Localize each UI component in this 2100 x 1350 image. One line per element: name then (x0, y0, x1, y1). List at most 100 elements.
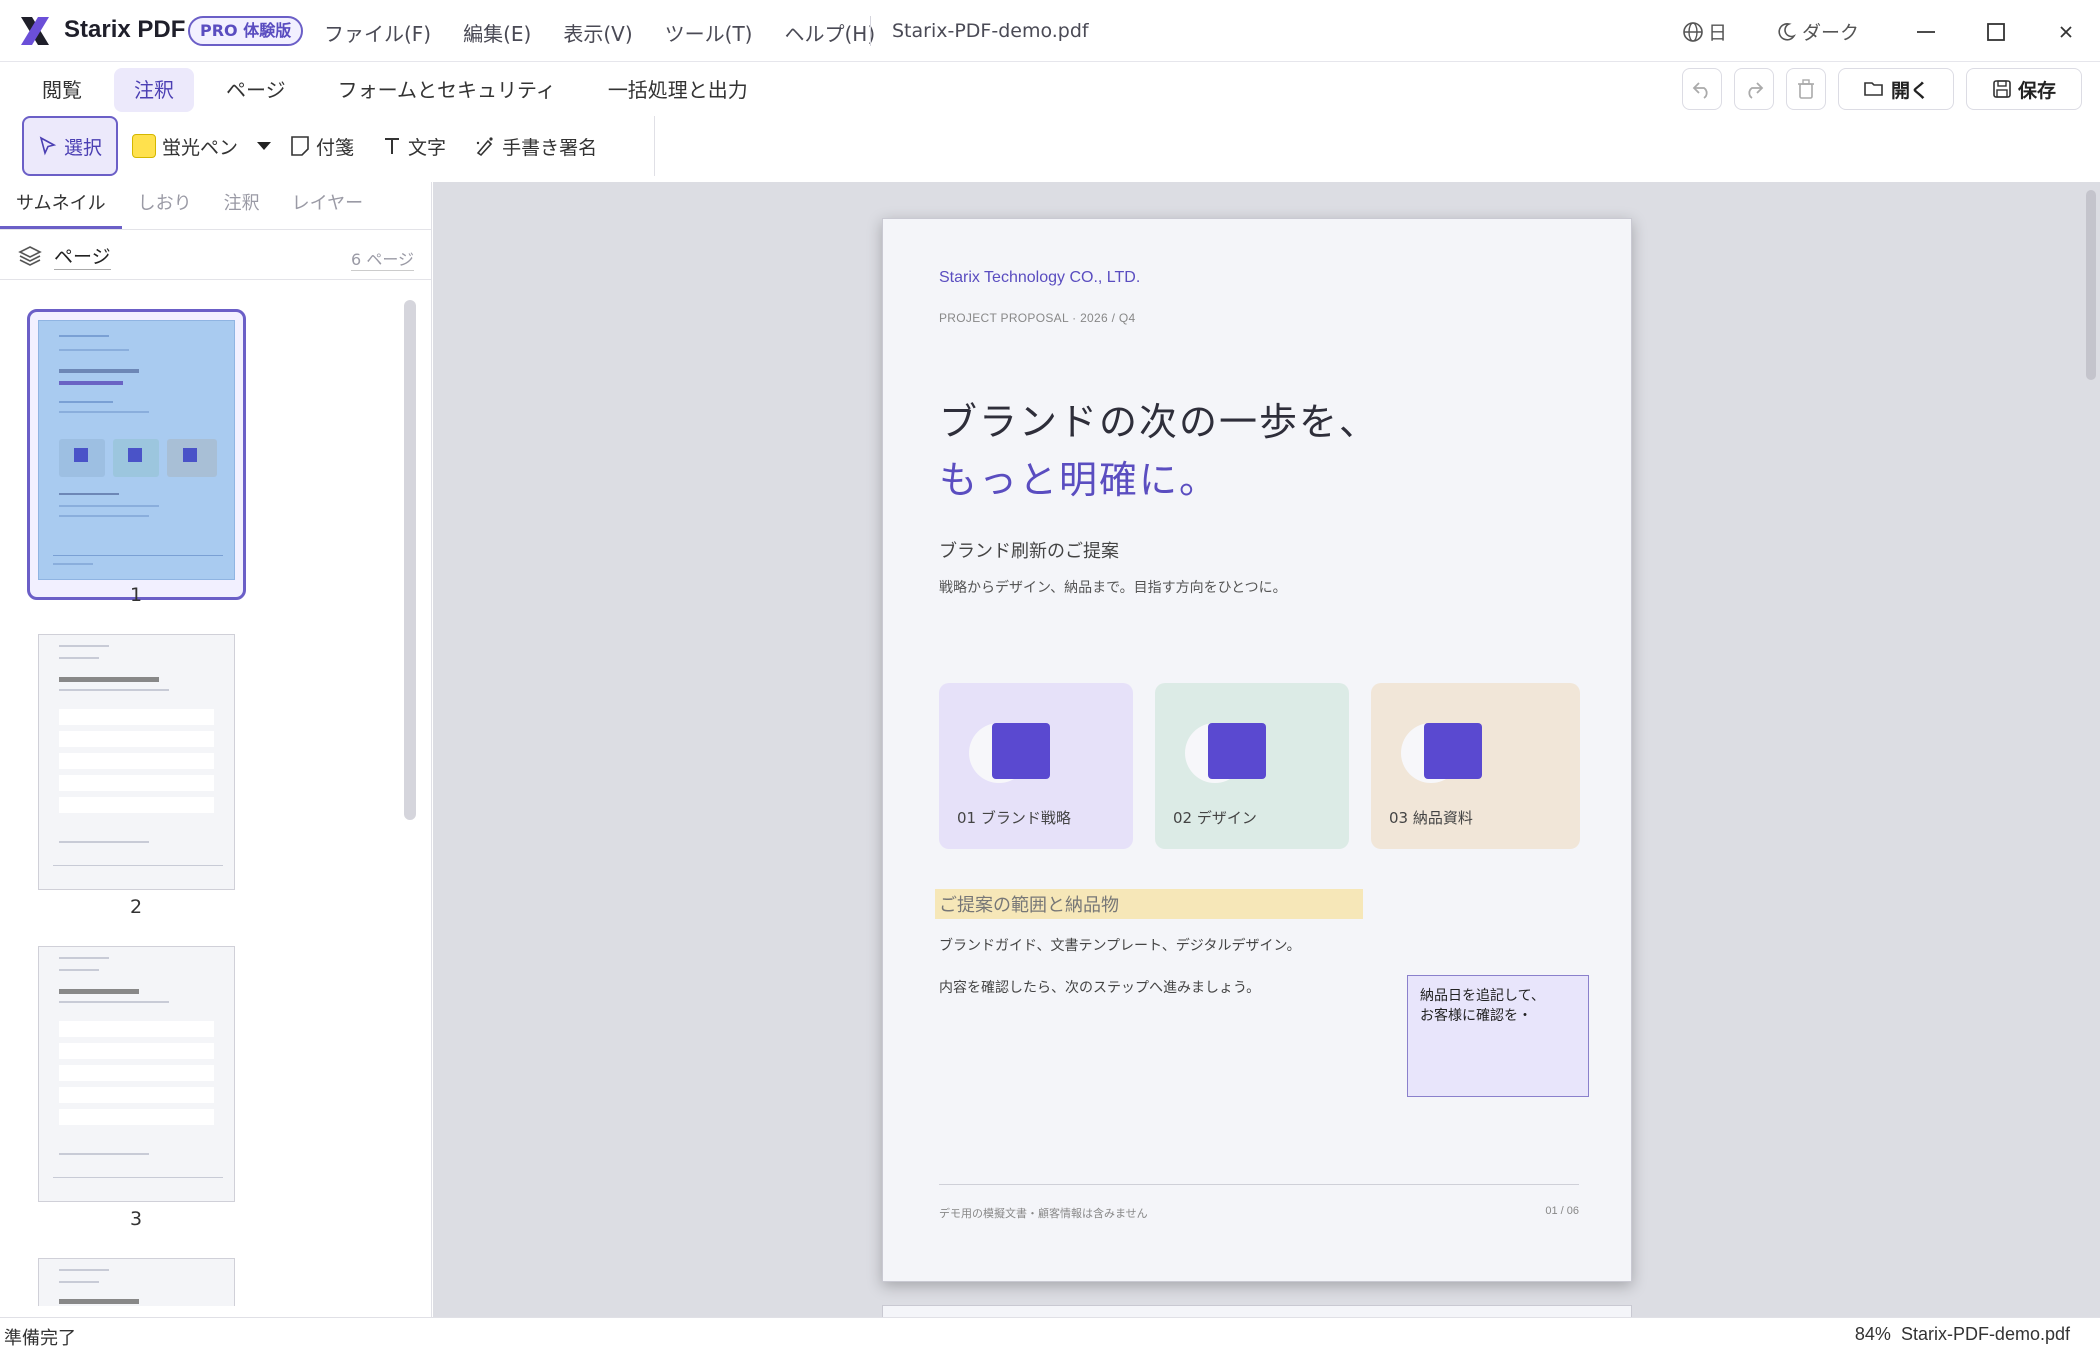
menu-file[interactable]: ファイル(F) (324, 18, 431, 47)
delete-button[interactable] (1786, 68, 1826, 110)
undo-icon (1692, 82, 1708, 99)
status-bar: 準備完了 84% Starix-PDF-demo.pdf (0, 1317, 2100, 1350)
maximize-icon (1987, 23, 2005, 41)
tab-batch-export[interactable]: 一括処理と出力 (588, 68, 768, 112)
toolbar-separator (654, 116, 655, 176)
theme-toggle[interactable]: ダーク (1776, 18, 1859, 45)
thumbnail-line (59, 689, 169, 691)
moon-icon (1778, 22, 1796, 41)
text-tool-label: 文字 (408, 136, 447, 159)
save-button[interactable]: 保存 (1966, 68, 2082, 110)
open-button[interactable]: 開く (1838, 68, 1954, 110)
footer-rule (939, 1184, 1579, 1185)
status-right: 84% Starix-PDF-demo.pdf (1855, 1324, 2070, 1345)
menu-help[interactable]: ヘルプ(H) (784, 18, 875, 47)
thumbnail-line (59, 369, 139, 373)
pro-trial-badge[interactable]: PRO 体験版 (188, 16, 304, 46)
menu-bar: ファイル(F) 編集(E) 表示(V) ツール(T) ヘルプ(H) (324, 18, 875, 47)
zoom-level[interactable]: 84% (1855, 1324, 1891, 1345)
menu-tools[interactable]: ツール(T) (665, 18, 753, 47)
sticky-note-tool[interactable]: 付箋 (276, 116, 368, 176)
headline-line-1: ブランドの次の一歩を、 (939, 400, 1380, 444)
thumbnail-page-3[interactable] (38, 946, 235, 1202)
pages-label: ページ (54, 242, 111, 270)
sidebar-tab-thumbnails[interactable]: サムネイル (0, 182, 122, 229)
card-square-icon (1208, 723, 1266, 779)
thumbnail-page-4[interactable] (38, 1258, 235, 1306)
language-label: 日 (1708, 22, 1728, 44)
trash-icon (1798, 79, 1814, 99)
thumbnail-line (59, 969, 99, 971)
page-footer-note: デモ用の模擬文書・顧客情報は含みません (939, 1207, 1148, 1220)
tab-forms-security[interactable]: フォームとセキュリティ (318, 68, 576, 112)
thumbnail-line (59, 505, 159, 507)
tab-annotate[interactable]: 注釈 (114, 68, 194, 112)
thumbnail-line (53, 555, 223, 556)
redo-button[interactable] (1734, 68, 1774, 110)
status-filename: Starix-PDF-demo.pdf (1900, 1324, 2070, 1344)
thumbnail-line (53, 865, 223, 866)
close-button[interactable] (2048, 14, 2084, 50)
thumbnail-line (59, 515, 149, 517)
folder-open-icon (1864, 82, 1883, 96)
sticky-note-annotation[interactable]: 納品日を追記して、 お客様に確認を・ (1407, 975, 1589, 1097)
thumbnail-row (59, 731, 214, 747)
sticky-note-icon (291, 136, 309, 156)
save-icon (1993, 80, 2011, 98)
thumbnail-line (59, 1269, 109, 1271)
thumbnail-line (59, 493, 119, 495)
viewer-scrollbar[interactable] (2086, 190, 2096, 380)
minimize-button[interactable] (1908, 14, 1944, 50)
thumbnail-row (59, 1021, 214, 1037)
thumbnail-card (113, 439, 159, 477)
highlighter-tool[interactable]: 蛍光ペン (118, 116, 252, 176)
card-label: 03 納品資料 (1389, 809, 1473, 827)
thumbnail-page-2[interactable] (38, 634, 235, 890)
company-name: Starix Technology CO., LTD. (939, 269, 1141, 286)
tab-view[interactable]: 閲覧 (22, 68, 102, 112)
pdf-page-1[interactable]: Starix Technology CO., LTD. PROJECT PROP… (882, 218, 1632, 1282)
maximize-button[interactable] (1978, 14, 2014, 50)
undo-button[interactable] (1682, 68, 1722, 110)
thumbnail-row (59, 753, 214, 769)
thumbnail-row (59, 1109, 214, 1125)
thumbnail-line (53, 1177, 223, 1178)
select-tool-label: 選択 (64, 136, 103, 159)
card-square-icon (1424, 723, 1482, 779)
thumbnail-card (167, 439, 217, 477)
thumbnail-line (59, 657, 99, 659)
redo-icon (1748, 82, 1764, 99)
body-line-1: ブランドガイド、文書テンプレート、デジタルデザイン。 (939, 938, 1301, 954)
service-card-deliverables: 03 納品資料 (1371, 683, 1580, 849)
thumbnail-card (59, 439, 105, 477)
thumbnail-line (59, 1281, 99, 1283)
card-label: 02 デザイン (1173, 809, 1257, 827)
language-switch[interactable]: 日 (1682, 18, 1727, 45)
document-title: Starix-PDF-demo.pdf (892, 20, 1089, 42)
sidebar-tab-annotations[interactable]: 注釈 (208, 182, 276, 229)
menu-edit[interactable]: 編集(E) (463, 18, 531, 47)
signature-tool-label: 手書き署名 (502, 136, 598, 159)
sidebar-tab-bookmarks[interactable]: しおり (122, 182, 208, 229)
signature-tool[interactable]: 手書き署名 (460, 116, 611, 176)
theme-label: ダーク (1802, 22, 1860, 44)
card-square-icon (992, 723, 1050, 779)
page-subtitle: ブランド刷新のご提案 (939, 541, 1119, 562)
layers-icon (18, 246, 42, 266)
thumbnail-line (59, 335, 109, 337)
thumbnail-line (59, 349, 129, 351)
highlighter-dropdown[interactable] (252, 116, 276, 176)
cursor-icon (39, 136, 57, 156)
tab-pages[interactable]: ページ (206, 68, 306, 112)
thumbnail-row (59, 797, 214, 813)
thumbnail-number: 3 (129, 1208, 143, 1230)
sidebar-tab-layers[interactable]: レイヤー (276, 182, 379, 229)
menu-view[interactable]: 表示(V) (563, 18, 632, 47)
sidebar-scrollbar[interactable] (404, 300, 416, 820)
text-tool[interactable]: 文字 (368, 116, 460, 176)
headline-line-2: もっと明確に。 (939, 458, 1220, 502)
card-label: 01 ブランド戦略 (957, 809, 1071, 827)
select-tool[interactable]: 選択 (22, 116, 119, 176)
thumbnail-page-1[interactable] (38, 320, 235, 580)
sticky-note-tool-label: 付箋 (316, 136, 355, 159)
